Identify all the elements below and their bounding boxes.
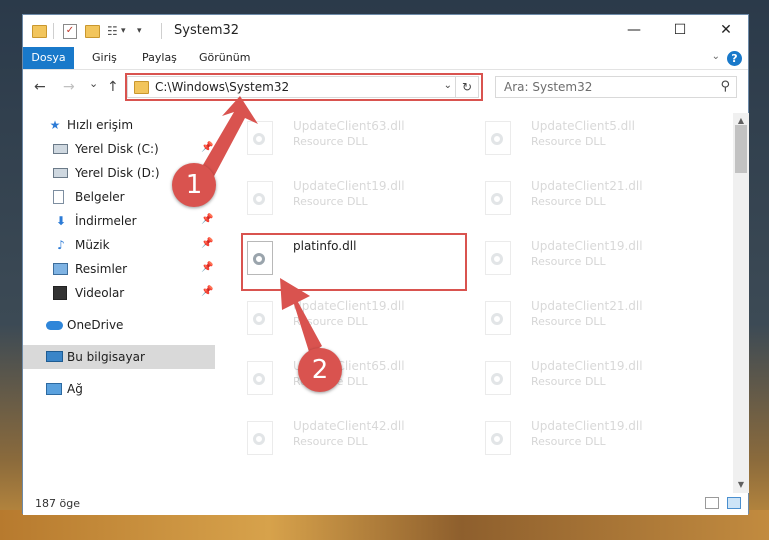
annotation-arrows [200,96,322,355]
arrow-1 [200,96,258,180]
arrow-2 [280,278,322,355]
step-1-badge: 1 [172,163,216,207]
step-2-badge: 2 [298,348,342,392]
